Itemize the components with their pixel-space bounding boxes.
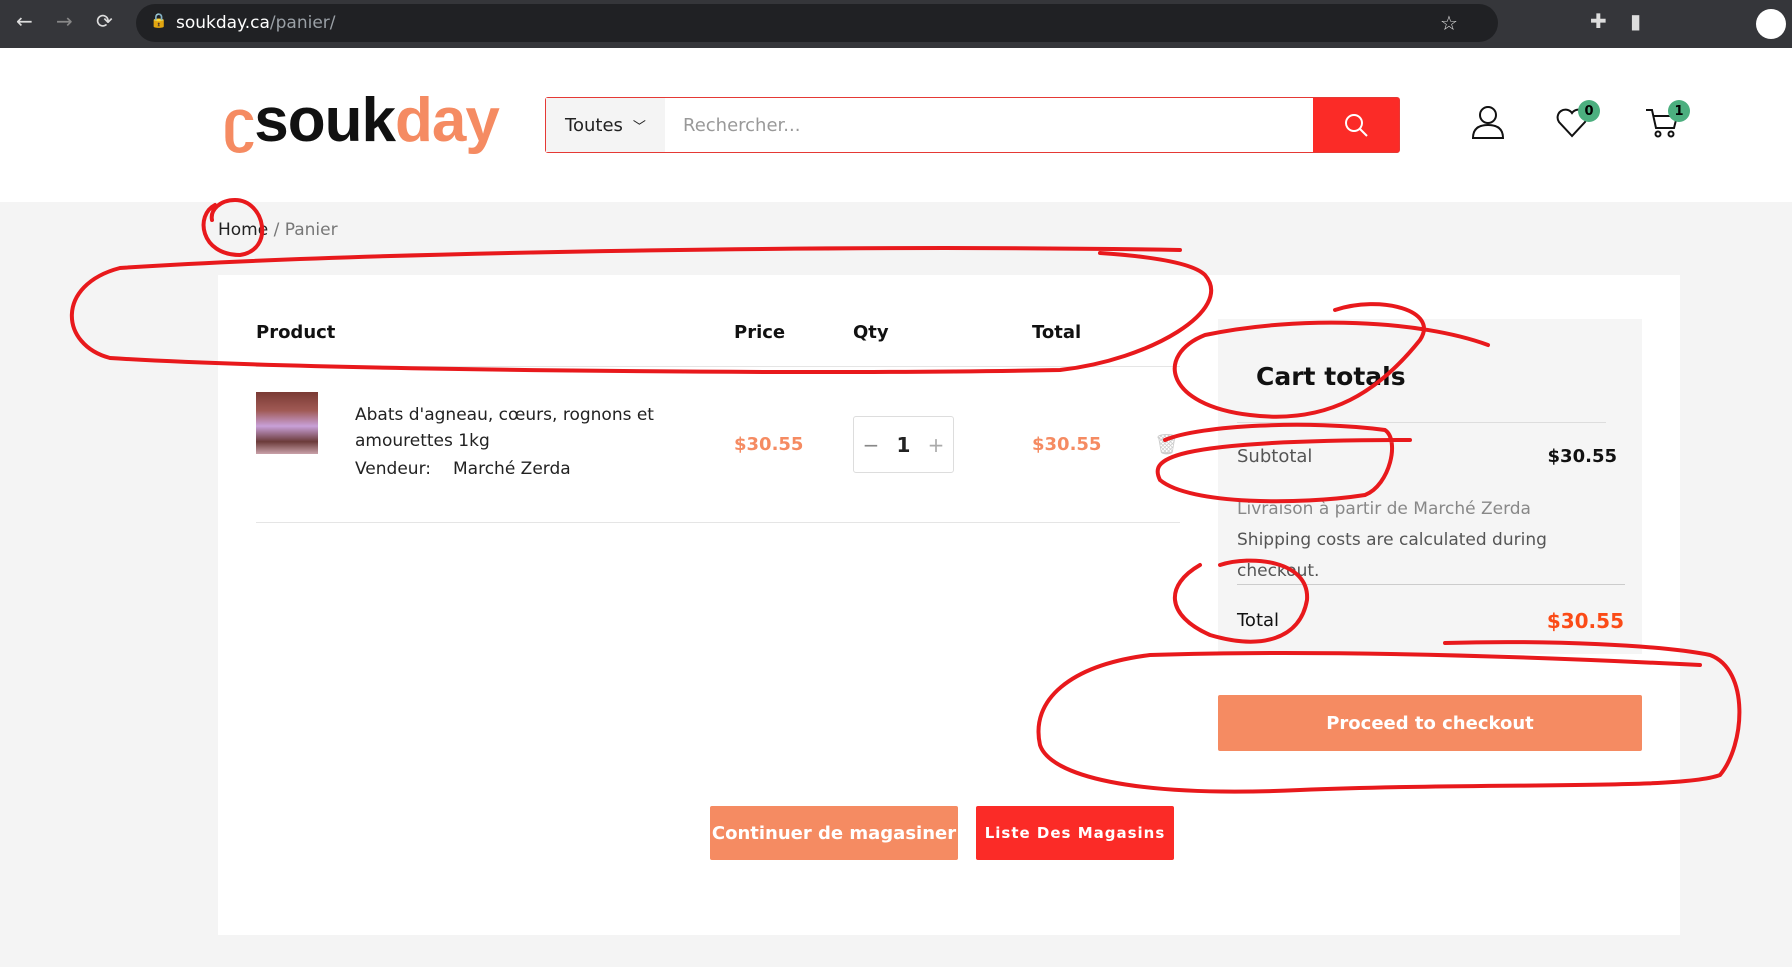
wishlist-badge: 0 (1578, 100, 1600, 122)
decrement-button[interactable]: − (863, 433, 880, 457)
breadcrumb-home[interactable]: Home (218, 220, 268, 240)
store-list-button[interactable]: Liste Des Magasins (976, 806, 1174, 860)
user-icon (1471, 106, 1505, 139)
proceed-to-checkout-button[interactable]: Proceed to checkout (1218, 695, 1642, 751)
shipping-info: Livraison à partir de Marché Zerda Shipp… (1237, 494, 1547, 587)
url-path: /panier/ (269, 13, 336, 33)
increment-button[interactable]: + (928, 433, 945, 457)
chevron-down-icon: ﹀ (632, 119, 646, 135)
quantity-stepper: − 1 + (853, 416, 954, 473)
subtotal-value: $30.55 (1547, 446, 1617, 467)
extensions-icon[interactable]: ✚ (1590, 9, 1607, 33)
category-value: Toutes (565, 114, 623, 136)
reload-icon[interactable]: ⟳ (96, 9, 113, 33)
divider (256, 366, 1180, 367)
logo[interactable]: ʗsoukday (223, 86, 500, 157)
divider (1237, 422, 1606, 423)
item-price: $30.55 (734, 434, 804, 455)
search-icon (1345, 114, 1368, 137)
item-total: $30.55 (1032, 434, 1102, 455)
product-thumbnail[interactable] (256, 392, 318, 454)
search-bar: Toutes ﹀ (545, 97, 1400, 153)
url-text: soukday.ca/panier/ (176, 13, 336, 33)
address-bar[interactable]: 🔒 soukday.ca/panier/ ☆ (136, 4, 1498, 42)
column-total: Total (1032, 322, 1082, 343)
divider (1237, 584, 1625, 585)
sidepanel-icon[interactable]: ▮ (1630, 9, 1641, 33)
back-icon[interactable]: ← (16, 9, 33, 33)
url-host: soukday.ca (176, 13, 270, 33)
forward-icon[interactable]: → (56, 9, 73, 33)
search-button[interactable] (1313, 98, 1399, 152)
trash-icon[interactable]: 🗑 (1154, 432, 1179, 456)
logo-text-souk: souk (254, 86, 396, 155)
continue-shopping-button[interactable]: Continuer de magasiner (710, 806, 958, 860)
star-icon[interactable]: ☆ (1440, 11, 1458, 35)
product-info: Abats d'agneau, cœurs, rognons et amoure… (355, 402, 654, 482)
vendor-name[interactable]: Marché Zerda (453, 459, 571, 479)
total-label: Total (1237, 610, 1280, 631)
divider (256, 522, 1180, 523)
shipping-note-cont: checkout. (1237, 561, 1320, 581)
column-qty: Qty (853, 322, 889, 343)
vendor-label: Vendeur: (355, 459, 431, 479)
profile-avatar[interactable] (1756, 9, 1786, 39)
lock-icon: 🔒 (150, 13, 168, 29)
cart-badge: 1 (1668, 100, 1690, 122)
shipping-from: Livraison à partir de Marché Zerda (1237, 499, 1531, 519)
browser-toolbar: ← → ⟳ 🔒 soukday.ca/panier/ ☆ ✚ ▮ (0, 0, 1792, 48)
search-input[interactable] (665, 98, 1313, 152)
category-select[interactable]: Toutes ﹀ (546, 98, 665, 152)
column-product: Product (256, 322, 336, 343)
breadcrumb-current: Panier (284, 220, 338, 240)
product-name-line1[interactable]: Abats d'agneau, cœurs, rognons et (355, 402, 654, 428)
quantity-value[interactable]: 1 (897, 433, 911, 457)
logo-text-day: day (394, 86, 500, 155)
breadcrumb: Home / Panier (218, 220, 338, 240)
breadcrumb-separator: / (268, 220, 285, 240)
account-button[interactable] (1470, 104, 1506, 144)
product-name-line2[interactable]: amourettes 1kg (355, 428, 654, 454)
wishlist-button[interactable]: 0 (1554, 100, 1600, 144)
shipping-note: Shipping costs are calculated during (1237, 530, 1547, 550)
cart-logo-icon: ʗ (223, 89, 255, 154)
subtotal-label: Subtotal (1237, 446, 1313, 467)
column-price: Price (734, 322, 786, 343)
cart-button[interactable]: 1 (1644, 100, 1690, 144)
total-value: $30.55 (1546, 609, 1624, 633)
cart-totals-title: Cart totals (1256, 362, 1406, 391)
